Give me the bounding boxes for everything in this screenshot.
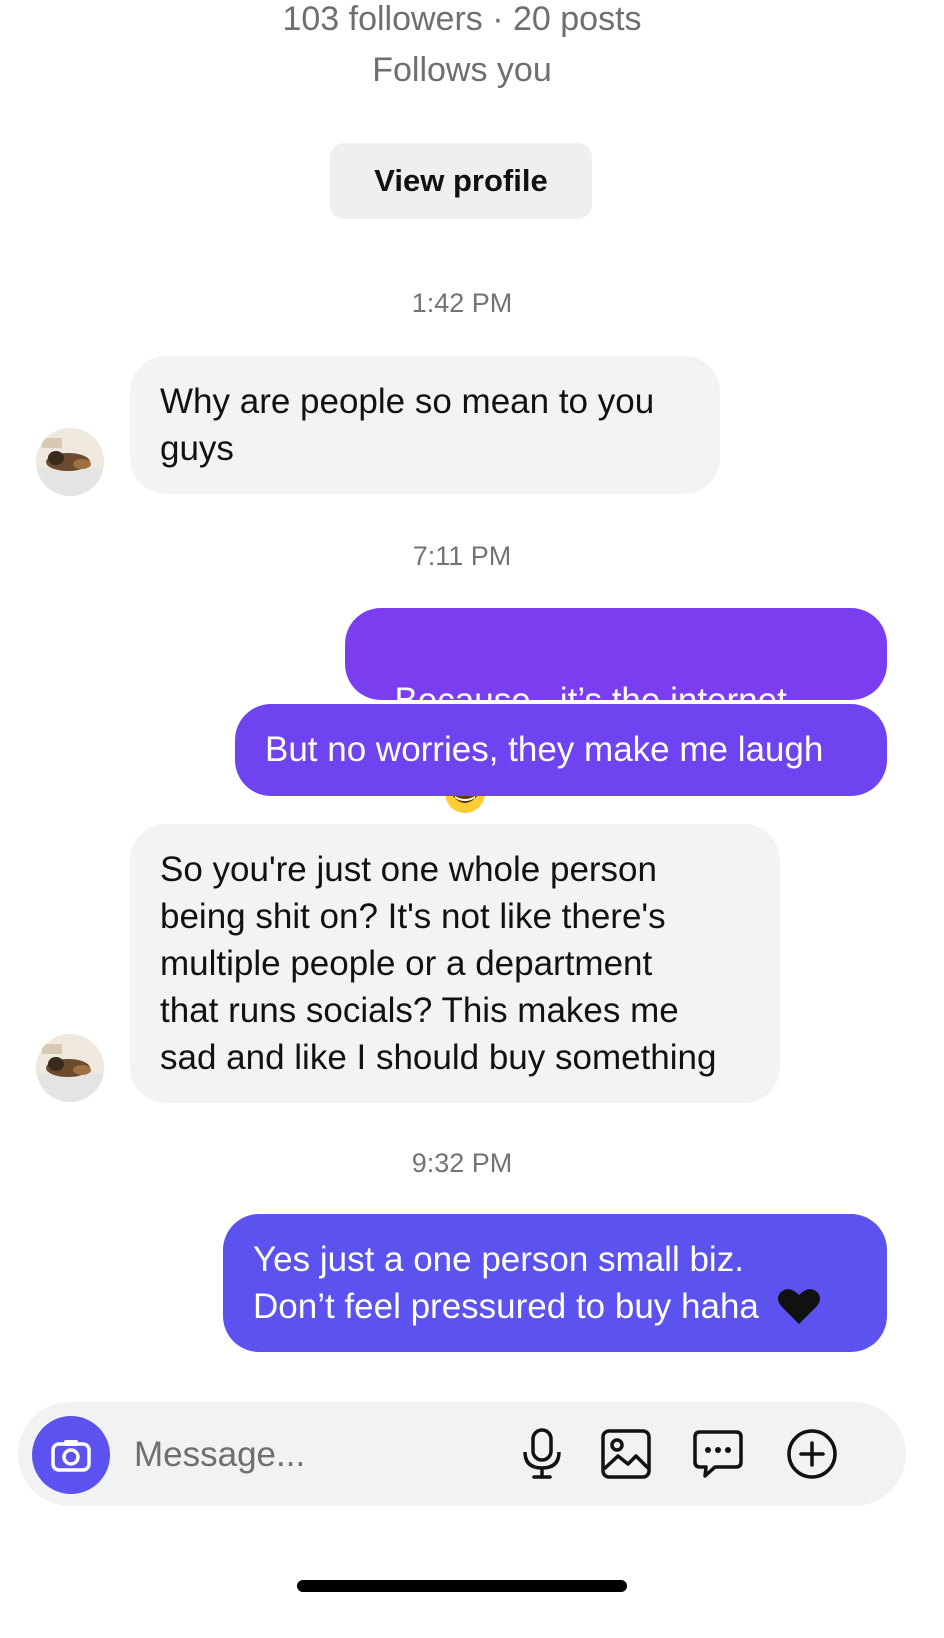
outgoing-message[interactable]: But no worries, they make me laugh — [235, 704, 887, 796]
camera-icon — [51, 1440, 91, 1472]
profile-stats: 103 followers · 20 posts — [282, 0, 642, 38]
message-text: Yes just a one person small biz. Don’t f… — [253, 1240, 759, 1326]
message-input[interactable] — [132, 1428, 496, 1482]
follow-status: Follows you — [372, 51, 552, 89]
avatar[interactable] — [36, 428, 104, 496]
gallery-icon[interactable] — [598, 1426, 654, 1482]
avatar[interactable] — [36, 1034, 104, 1102]
timestamp: 9:32 PM — [411, 1148, 513, 1178]
outgoing-message[interactable]: Yes just a one person small biz. Don’t f… — [223, 1214, 887, 1352]
timestamp: 1:42 PM — [411, 288, 513, 318]
incoming-message[interactable]: So you're just one whole person being sh… — [130, 824, 780, 1103]
sticker-icon[interactable] — [690, 1426, 746, 1482]
plus-icon[interactable] — [784, 1426, 840, 1482]
view-profile-button[interactable]: View profile — [330, 143, 592, 219]
timestamp: 7:11 PM — [412, 541, 512, 571]
incoming-message[interactable]: Why are people so mean to you guys — [130, 356, 720, 494]
microphone-icon[interactable] — [514, 1426, 570, 1482]
camera-button[interactable] — [32, 1416, 110, 1494]
home-indicator[interactable] — [297, 1580, 627, 1592]
message-composer — [18, 1402, 906, 1506]
black-heart-emoji — [777, 1286, 821, 1338]
outgoing-message[interactable]: Because.. it’s the internet — [345, 608, 887, 813]
